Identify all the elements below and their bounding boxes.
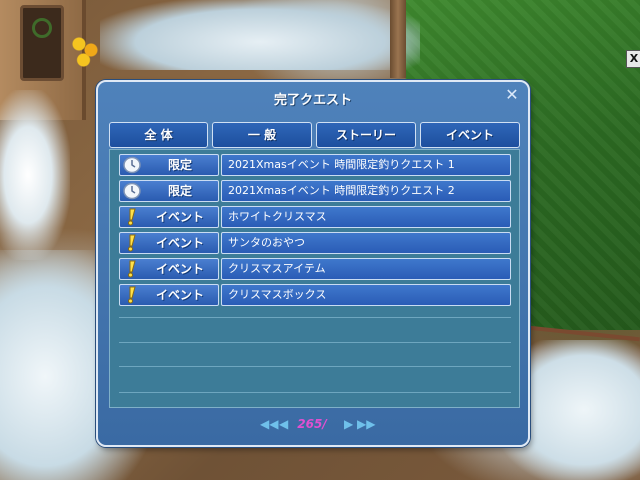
- page-indicator: 265/: [297, 417, 327, 431]
- tab-story[interactable]: ストーリー: [316, 122, 416, 148]
- quest-type-label: 限定: [167, 158, 192, 172]
- quest-name[interactable]: 2021Xmasイベント 時間限定釣りクエスト 1: [221, 154, 511, 176]
- quest-type-label: イベント: [155, 210, 204, 224]
- quest-type-label: イベント: [155, 262, 204, 276]
- exclamation-icon: [122, 260, 142, 278]
- exclamation-icon: [122, 234, 142, 252]
- snow-patch: [100, 0, 420, 70]
- title-bar[interactable]: 完了クエスト ✕: [104, 86, 522, 110]
- clock-icon: [122, 182, 142, 200]
- empty-row-divider: [119, 342, 511, 343]
- quest-type-label: 限定: [167, 184, 192, 198]
- quest-type-badge: 限定: [119, 154, 219, 176]
- quest-row[interactable]: イベント サンタのおやつ: [119, 232, 511, 254]
- quest-type-badge: 限定: [119, 180, 219, 202]
- quest-name[interactable]: ホワイトクリスマス: [221, 206, 511, 228]
- quest-name[interactable]: クリスマスアイテム: [221, 258, 511, 280]
- house-door: [20, 5, 64, 81]
- quest-type-label: イベント: [155, 236, 204, 250]
- close-button[interactable]: ✕: [504, 86, 520, 104]
- empty-row-divider: [119, 392, 511, 393]
- side-close-button[interactable]: X: [626, 50, 640, 68]
- quest-type-badge: イベント: [119, 258, 219, 280]
- quest-name[interactable]: サンタのおやつ: [221, 232, 511, 254]
- exclamation-icon: [122, 286, 142, 304]
- clock-icon: [122, 156, 142, 174]
- last-page-button[interactable]: ▶▶: [357, 417, 375, 431]
- empty-row-divider: [119, 366, 511, 367]
- window-title: 完了クエスト: [273, 93, 352, 108]
- category-tabs: 全 体 一 般 ストーリー イベント: [109, 122, 520, 149]
- quest-type-label: イベント: [155, 288, 204, 302]
- quest-name[interactable]: 2021Xmasイベント 時間限定釣りクエスト 2: [221, 180, 511, 202]
- quest-name[interactable]: クリスマスボックス: [221, 284, 511, 306]
- empty-row-divider: [119, 317, 511, 318]
- tab-event[interactable]: イベント: [420, 122, 520, 148]
- next-page-button[interactable]: ▶: [344, 417, 353, 431]
- quest-row[interactable]: 限定 2021Xmasイベント 時間限定釣りクエスト 2: [119, 180, 511, 202]
- first-page-button[interactable]: ◀◀: [260, 417, 278, 431]
- exclamation-icon: [122, 208, 142, 226]
- tab-all[interactable]: 全 体: [109, 122, 208, 148]
- quest-row[interactable]: イベント ホワイトクリスマス: [119, 206, 511, 228]
- quest-type-badge: イベント: [119, 232, 219, 254]
- sunflowers: [70, 32, 100, 72]
- tab-general[interactable]: 一 般: [212, 122, 312, 148]
- wreath: [32, 18, 52, 38]
- snowy-tree: [0, 90, 70, 260]
- prev-page-button[interactable]: ◀: [279, 417, 288, 431]
- quest-type-badge: イベント: [119, 206, 219, 228]
- quest-type-badge: イベント: [119, 284, 219, 306]
- quest-row[interactable]: イベント クリスマスアイテム: [119, 258, 511, 280]
- quest-row[interactable]: 限定 2021Xmasイベント 時間限定釣りクエスト 1: [119, 154, 511, 176]
- completed-quest-window: 完了クエスト ✕ 全 体 一 般 ストーリー イベント 限定 2021Xmasイ…: [96, 80, 530, 447]
- quest-row[interactable]: イベント クリスマスボックス: [119, 284, 511, 306]
- wooden-post: [390, 0, 406, 78]
- pagination: ◀◀ ◀ 265/ ▶ ▶▶: [98, 416, 528, 434]
- quest-list: 限定 2021Xmasイベント 時間限定釣りクエスト 1 限定 2021Xmas…: [109, 149, 520, 408]
